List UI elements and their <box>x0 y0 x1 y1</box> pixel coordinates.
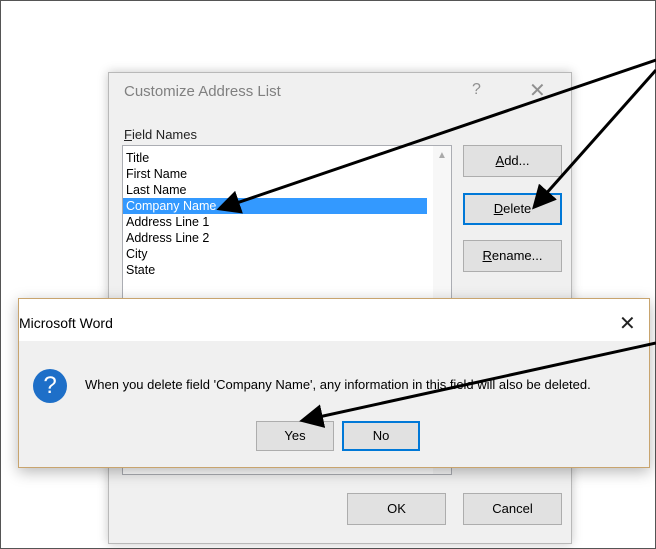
yes-button[interactable]: Yes <box>256 421 334 451</box>
ok-button[interactable]: OK <box>347 493 446 525</box>
list-item[interactable]: Last Name <box>123 182 427 198</box>
dialog-title: Customize Address List <box>124 83 281 100</box>
message-text: When you delete field 'Company Name', an… <box>85 377 591 392</box>
close-icon[interactable]: ✕ <box>529 78 546 103</box>
cancel-button[interactable]: Cancel <box>463 493 562 525</box>
list-item[interactable]: Title <box>123 150 427 166</box>
no-button[interactable]: No <box>342 421 420 451</box>
list-item[interactable]: City <box>123 246 427 262</box>
rename-button[interactable]: Rename... <box>463 240 562 272</box>
list-item-selected[interactable]: Company Name <box>123 198 427 214</box>
list-item[interactable]: State <box>123 262 427 278</box>
question-icon: ? <box>33 369 67 403</box>
message-box-titlebar: Microsoft Word ✕ <box>19 299 649 341</box>
message-box-body: ? When you delete field 'Company Name', … <box>19 341 649 467</box>
microsoft-word-message-box: Microsoft Word ✕ ? When you delete field… <box>18 298 650 468</box>
list-item[interactable]: Address Line 1 <box>123 214 427 230</box>
add-button[interactable]: Add... <box>463 145 562 177</box>
scroll-up-icon[interactable]: ▲ <box>437 150 447 161</box>
help-icon[interactable]: ? <box>472 81 481 99</box>
field-names-label: Field Names <box>124 127 197 142</box>
delete-button[interactable]: Delete <box>463 193 562 225</box>
message-box-title: Microsoft Word <box>19 315 113 331</box>
list-item[interactable]: First Name <box>123 166 427 182</box>
close-icon[interactable]: ✕ <box>619 311 636 336</box>
list-item[interactable]: Address Line 2 <box>123 230 427 246</box>
